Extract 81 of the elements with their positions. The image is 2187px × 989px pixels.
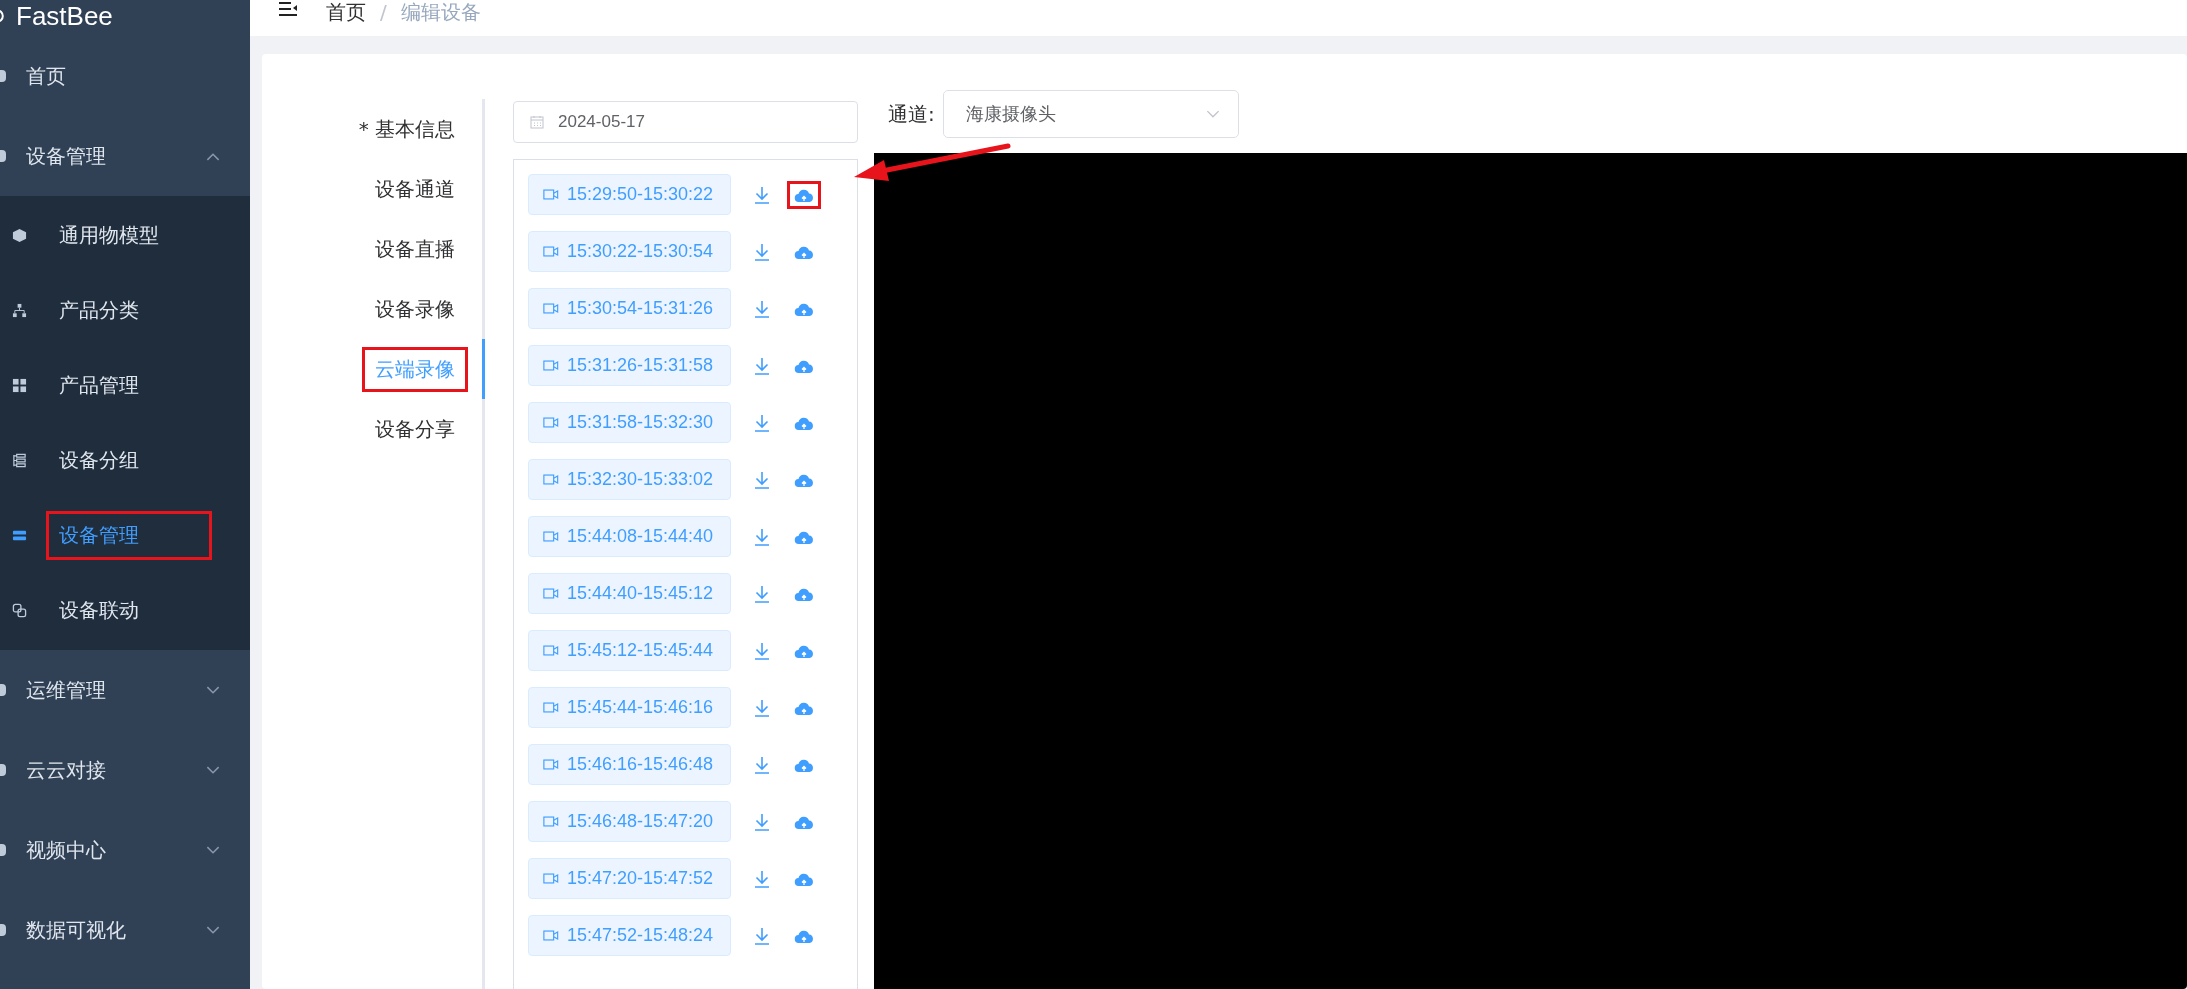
download-icon[interactable] bbox=[753, 584, 771, 603]
download-icon[interactable] bbox=[753, 299, 771, 318]
submenu-item[interactable]: 设备联动 bbox=[0, 573, 250, 648]
submenu-item[interactable]: 产品管理 bbox=[0, 348, 250, 423]
download-icon[interactable] bbox=[753, 185, 771, 204]
video-camera-icon bbox=[543, 644, 559, 657]
video-camera-icon bbox=[543, 245, 559, 258]
menu-icon bbox=[0, 764, 6, 776]
submenu-item[interactable]: 设备分组 bbox=[0, 423, 250, 498]
cloud-upload-icon[interactable] bbox=[794, 359, 814, 374]
channel-label: 通道: bbox=[888, 100, 935, 128]
video-camera-icon bbox=[543, 872, 559, 885]
menu-item[interactable]: 运维管理 bbox=[0, 650, 250, 730]
tab[interactable]: 设备通道 bbox=[262, 159, 485, 219]
video-camera-icon bbox=[543, 188, 559, 201]
menu-icon bbox=[0, 684, 6, 696]
link-icon bbox=[12, 603, 27, 618]
cloud-upload-icon[interactable] bbox=[794, 530, 814, 545]
cloud-upload-icon[interactable] bbox=[794, 872, 814, 887]
video-camera-icon bbox=[543, 701, 559, 714]
breadcrumb-separator: / bbox=[380, 0, 387, 24]
menu-item[interactable]: 视频中心 bbox=[0, 810, 250, 890]
chevron-down-icon bbox=[1205, 109, 1220, 119]
tab[interactable]: * 基本信息 bbox=[262, 99, 485, 159]
download-icon[interactable] bbox=[753, 698, 771, 717]
submenu-item[interactable]: 通用物模型 bbox=[0, 198, 250, 273]
list-icon bbox=[12, 453, 27, 468]
menu-item[interactable]: 设备管理 bbox=[0, 116, 250, 196]
server-icon bbox=[12, 528, 27, 543]
cloud-upload-icon[interactable] bbox=[794, 473, 814, 488]
menu-icon[interactable] bbox=[278, 2, 298, 16]
cloud-upload-icon[interactable] bbox=[794, 701, 814, 716]
video-camera-icon bbox=[543, 416, 559, 429]
video-camera-icon bbox=[543, 929, 559, 942]
cloud-upload-icon[interactable] bbox=[794, 815, 814, 830]
download-icon[interactable] bbox=[753, 527, 771, 546]
download-icon[interactable] bbox=[753, 812, 771, 831]
download-icon[interactable] bbox=[753, 926, 771, 945]
tab[interactable]: 设备分享 bbox=[262, 399, 485, 459]
submenu-item[interactable]: 产品分类 bbox=[0, 273, 250, 348]
submenu-item[interactable]: 设备管理 bbox=[0, 498, 250, 573]
breadcrumb-item[interactable]: 首页 bbox=[326, 0, 366, 24]
download-icon[interactable] bbox=[753, 869, 771, 888]
video-camera-icon bbox=[543, 473, 559, 486]
app-logo: FastBee bbox=[16, 1, 113, 31]
video-camera-icon bbox=[543, 359, 559, 372]
video-camera-icon bbox=[543, 758, 559, 771]
cloud-upload-icon[interactable] bbox=[794, 302, 814, 317]
video-camera-icon bbox=[543, 587, 559, 600]
tab[interactable]: 设备录像 bbox=[262, 279, 485, 339]
cloud-upload-icon[interactable] bbox=[794, 416, 814, 431]
download-icon[interactable] bbox=[753, 413, 771, 432]
video-camera-icon bbox=[543, 302, 559, 315]
grid-icon bbox=[12, 378, 27, 393]
menu-item[interactable]: 云云对接 bbox=[0, 730, 250, 810]
download-icon[interactable] bbox=[753, 641, 771, 660]
download-icon[interactable] bbox=[753, 755, 771, 774]
tab[interactable]: 设备直播 bbox=[262, 219, 485, 279]
download-icon[interactable] bbox=[753, 470, 771, 489]
menu-icon bbox=[0, 70, 6, 82]
date-field[interactable]: 2024-05-17 bbox=[513, 101, 858, 143]
breadcrumb-item: 编辑设备 bbox=[400, 0, 481, 24]
cube-icon bbox=[12, 228, 27, 243]
tree-icon bbox=[12, 303, 27, 318]
video-camera-icon bbox=[543, 815, 559, 828]
cloud-upload-icon[interactable] bbox=[794, 245, 814, 260]
cloud-upload-icon[interactable] bbox=[794, 758, 814, 773]
cloud-upload-icon[interactable] bbox=[794, 188, 814, 203]
menu-item[interactable]: 首页 bbox=[0, 36, 250, 116]
cloud-upload-icon[interactable] bbox=[794, 587, 814, 602]
calendar-icon bbox=[530, 115, 544, 129]
download-icon[interactable] bbox=[753, 242, 771, 261]
cloud-upload-icon[interactable] bbox=[794, 929, 814, 944]
video-camera-icon bbox=[543, 530, 559, 543]
menu-item[interactable]: 数据可视化 bbox=[0, 890, 250, 970]
menu-icon bbox=[0, 844, 6, 856]
menu-icon bbox=[0, 924, 6, 936]
menu-icon bbox=[0, 150, 6, 162]
download-icon[interactable] bbox=[753, 356, 771, 375]
cloud-upload-icon[interactable] bbox=[794, 644, 814, 659]
channel-select[interactable]: 海康摄像头 bbox=[942, 90, 1239, 138]
